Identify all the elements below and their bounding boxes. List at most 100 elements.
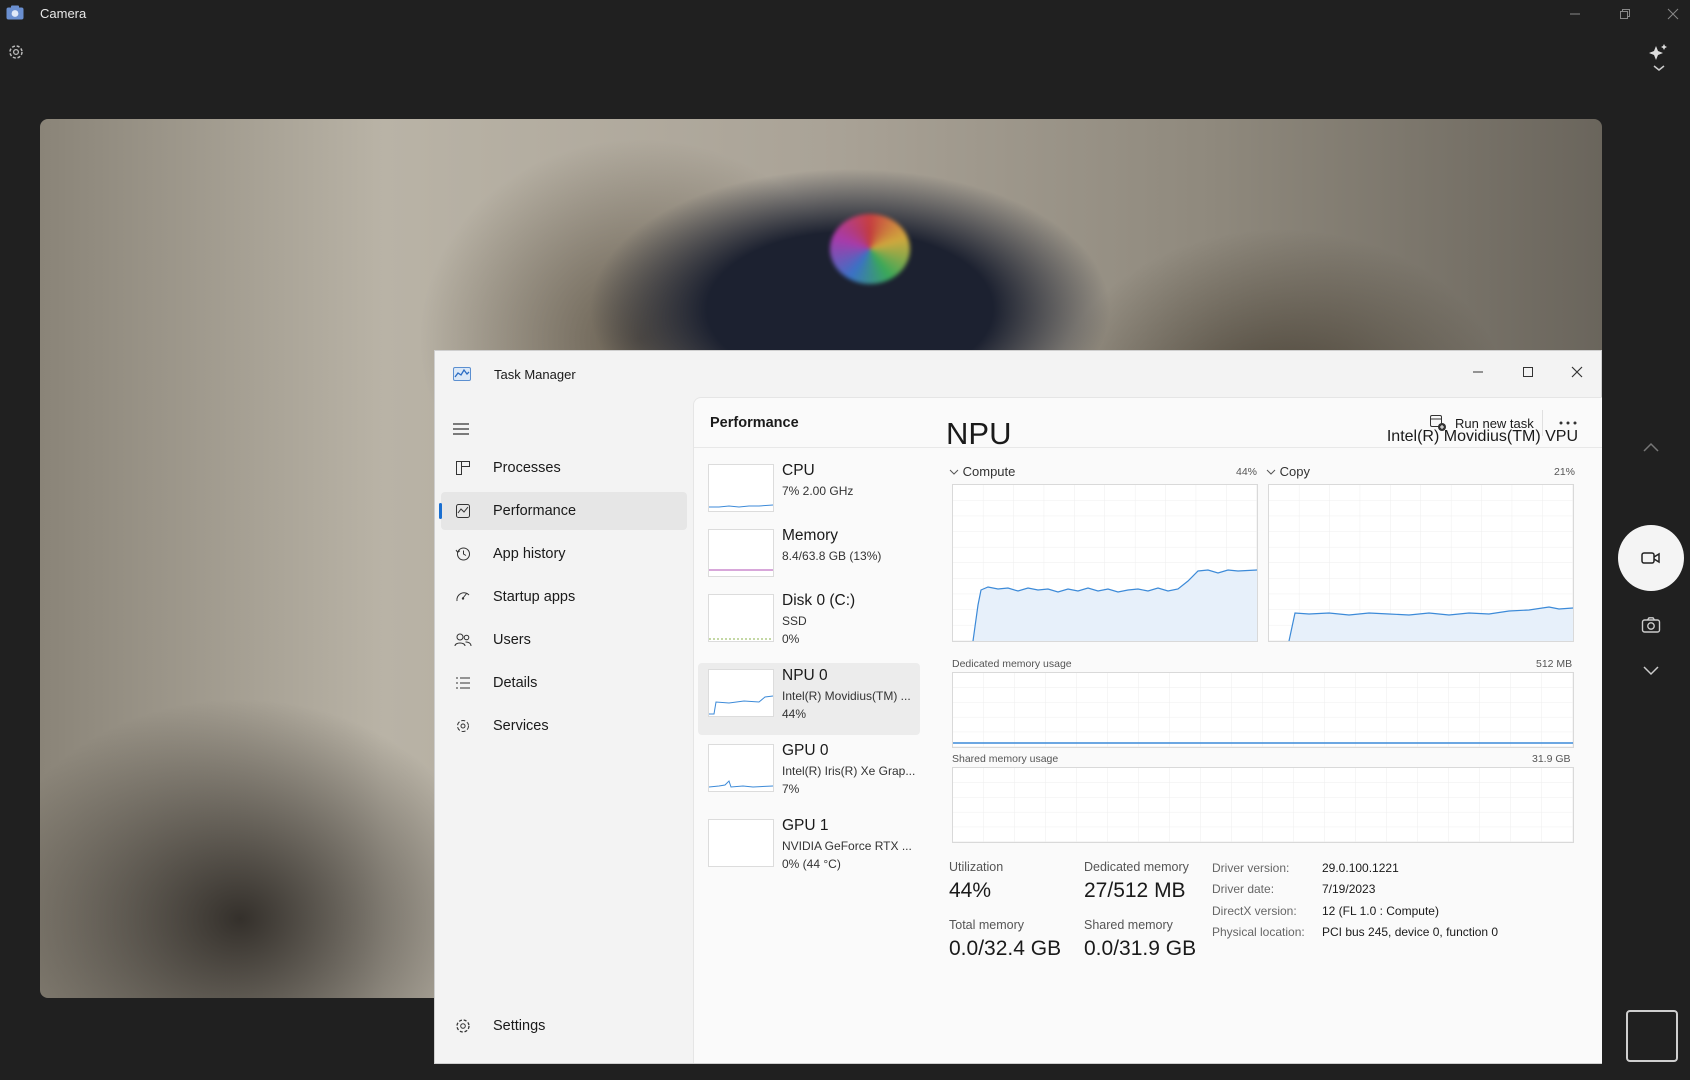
effects-button[interactable]: [1646, 42, 1672, 76]
history-icon: [453, 544, 473, 564]
driver-date-value: 7/19/2023: [1322, 882, 1376, 896]
device-gpu-0[interactable]: GPU 0 Intel(R) Iris(R) Xe Grap... 7%: [698, 738, 920, 810]
shared-memory-graph-label: Shared memory usage: [952, 753, 1059, 765]
gallery-thumbnail[interactable]: [1626, 1010, 1678, 1062]
close-button[interactable]: [1650, 2, 1690, 26]
device-usage: 0%: [782, 632, 800, 646]
page-title: Performance: [710, 415, 799, 431]
device-detail: 7% 2.00 GHz: [782, 484, 854, 498]
device-npu-0[interactable]: NPU 0 Intel(R) Movidius(TM) ... 44%: [698, 663, 920, 735]
camera-settings-button[interactable]: [4, 40, 28, 64]
device-title: NPU: [946, 416, 1012, 451]
gpu0-thumbnail-graph: [708, 744, 774, 792]
dedicated-memory-value: 27/512 MB: [1084, 879, 1186, 902]
dedicated-memory-graph-label: Dedicated memory usage: [952, 658, 1072, 670]
tm-close-button[interactable]: [1554, 357, 1600, 387]
memory-thumbnail-graph: [708, 529, 774, 577]
nav-item-settings[interactable]: Settings: [441, 1007, 687, 1045]
nav-label: Details: [493, 675, 538, 691]
nav-label: Performance: [493, 503, 577, 519]
settings-icon: [453, 1016, 473, 1036]
minimize-icon: [1473, 371, 1483, 373]
driver-date-key: Driver date:: [1212, 882, 1275, 896]
restore-icon: [1620, 9, 1630, 19]
physical-location-key: Physical location:: [1212, 925, 1305, 939]
shared-memory-graph: [952, 767, 1574, 843]
close-icon: [1571, 366, 1583, 378]
tm-maximize-button[interactable]: [1505, 357, 1551, 387]
nav-item-services[interactable]: Services: [441, 707, 687, 745]
device-detail: SSD: [782, 614, 807, 628]
chevron-down-icon: [1643, 666, 1659, 676]
more-icon: [1559, 421, 1577, 425]
performance-page: Performance Run new task CPU 7% 2.00 GHz: [693, 397, 1602, 1063]
effects-icon: [1649, 44, 1667, 71]
directx-version-key: DirectX version:: [1212, 904, 1297, 918]
processes-icon: [453, 458, 473, 478]
utilization-label: Utilization: [949, 860, 1004, 874]
disk-thumbnail-graph: [708, 594, 774, 642]
utilization-value: 44%: [949, 879, 992, 902]
minimize-button[interactable]: [1552, 2, 1598, 26]
nav-label: Services: [493, 718, 549, 734]
driver-version-key: Driver version:: [1212, 861, 1290, 875]
chevron-up-icon: [1643, 442, 1659, 452]
total-memory-value: 0.0/32.4 GB: [949, 937, 1062, 960]
restore-button[interactable]: [1602, 2, 1648, 26]
device-name: Memory: [782, 527, 838, 544]
close-icon: [1667, 8, 1679, 20]
dedicated-memory-label: Dedicated memory: [1084, 860, 1189, 874]
device-detail: Intel(R) Iris(R) Xe Grap...: [782, 764, 916, 778]
device-name: NPU 0: [782, 667, 828, 684]
compute-max-pct: 44%: [1236, 466, 1258, 478]
cap-logo: [830, 214, 910, 284]
device-gpu-1[interactable]: GPU 1 NVIDIA GeForce RTX ... 0% (44 °C): [698, 813, 920, 885]
camera-title: Camera: [40, 6, 87, 21]
video-mode-icon: [1641, 552, 1660, 564]
device-cpu[interactable]: CPU 7% 2.00 GHz: [698, 458, 920, 530]
nav-label: Settings: [493, 1018, 546, 1034]
device-usage: 44%: [782, 707, 807, 721]
device-disk-0[interactable]: Disk 0 (C:) SSD 0%: [698, 588, 920, 660]
driver-version-value: 29.0.100.1221: [1322, 861, 1399, 875]
task-manager-nav: Processes Performance App history Startu…: [435, 397, 693, 1063]
minimize-icon: [1570, 13, 1580, 15]
device-name: CPU: [782, 462, 815, 479]
nav-item-processes[interactable]: Processes: [441, 449, 687, 487]
users-icon: [453, 630, 473, 650]
nav-label: App history: [493, 546, 566, 562]
device-usage: 0% (44 °C): [782, 857, 841, 871]
copy-graph-label[interactable]: Copy: [1266, 464, 1310, 479]
menu-toggle-button[interactable]: [449, 417, 473, 441]
photo-mode-icon: [1641, 617, 1661, 633]
nav-item-details[interactable]: Details: [441, 664, 687, 702]
nav-label: Users: [493, 632, 531, 648]
video-record-button[interactable]: [1618, 525, 1684, 591]
gpu1-thumbnail-graph: [708, 819, 774, 867]
camera-app-icon: [6, 5, 24, 20]
device-name: Disk 0 (C:): [782, 592, 856, 609]
device-detail: Intel(R) Movidius(TM) ...: [782, 689, 911, 703]
hamburger-icon: [453, 423, 469, 435]
nav-item-app-history[interactable]: App history: [441, 535, 687, 573]
photo-mode-button[interactable]: [1636, 610, 1666, 640]
nav-item-performance[interactable]: Performance: [439, 492, 687, 530]
task-manager-title: Task Manager: [494, 367, 576, 382]
collapse-up-button[interactable]: [1636, 432, 1666, 462]
device-memory[interactable]: Memory 8.4/63.8 GB (13%): [698, 523, 920, 595]
directx-version-value: 12 (FL 1.0 : Compute): [1322, 904, 1439, 918]
maximize-icon: [1523, 367, 1533, 377]
compute-graph-label[interactable]: Compute: [949, 464, 1015, 479]
more-modes-button[interactable]: [1636, 656, 1666, 686]
tm-minimize-button[interactable]: [1455, 357, 1501, 387]
settings-icon: [9, 45, 23, 59]
shared-memory-label: Shared memory: [1084, 918, 1173, 932]
nav-item-startup-apps[interactable]: Startup apps: [441, 578, 687, 616]
details-icon: [453, 673, 473, 693]
startup-icon: [453, 587, 473, 607]
nav-item-users[interactable]: Users: [441, 621, 687, 659]
cpu-thumbnail-graph: [708, 464, 774, 512]
chevron-down-icon: [949, 469, 959, 475]
device-name: GPU 1: [782, 817, 829, 834]
performance-icon: [453, 501, 473, 521]
